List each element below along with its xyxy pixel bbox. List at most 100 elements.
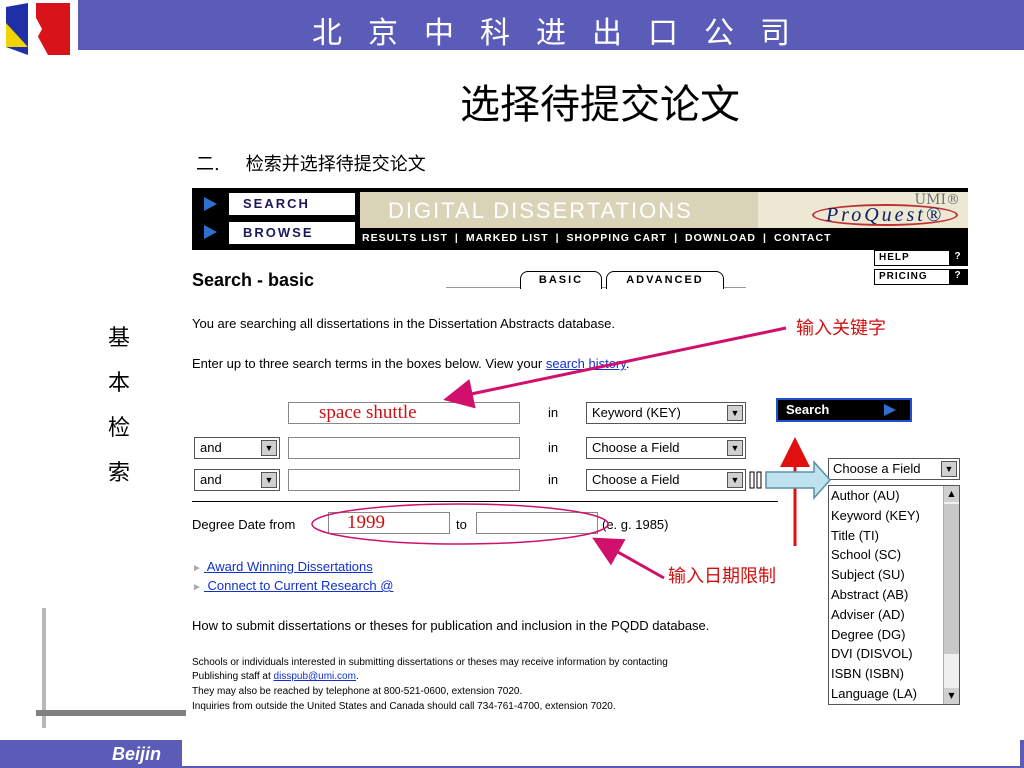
banner-heading: DIGITAL DISSERTATIONS <box>388 198 693 223</box>
nav-search-button[interactable]: SEARCH <box>228 192 356 216</box>
search-button[interactable]: Search <box>776 398 912 422</box>
chevron-down-icon: ▼ <box>727 405 743 421</box>
nav-marked-list[interactable]: MARKED LIST <box>466 232 549 244</box>
proquest-logo: ProQuest® <box>812 204 958 226</box>
dropdown-option[interactable]: ISBN (ISBN) <box>829 664 959 684</box>
dropdown-option[interactable]: Subject (SU) <box>829 565 959 585</box>
keyword-annotation: 输入关键字 <box>796 318 886 339</box>
contact-text-1: Schools or individuals interested in sub… <box>192 657 668 668</box>
dropdown-option[interactable]: Author (AU) <box>829 486 959 506</box>
field-select-3[interactable]: Choose a Field ▼ <box>586 469 746 491</box>
field-select-2[interactable]: Choose a Field ▼ <box>586 437 746 459</box>
arrow-right-icon <box>884 404 896 416</box>
help-label: HELP <box>879 252 910 263</box>
scroll-down-icon[interactable]: ▼ <box>944 688 959 704</box>
connect-research-link[interactable]: Connect to Current Research @ <box>204 578 394 593</box>
nav-separator: | <box>674 232 679 244</box>
contact-text-3: They may also be reached by telephone at… <box>192 686 523 697</box>
search-history-link[interactable]: search history <box>546 356 626 371</box>
digital-dissertations-banner: DIGITAL DISSERTATIONS <box>360 192 758 228</box>
scroll-thumb[interactable] <box>944 504 959 654</box>
proquest-header: SEARCH BROWSE DIGITAL DISSERTATIONS UMI®… <box>192 188 968 250</box>
contact-suffix: . <box>355 671 359 682</box>
email-link[interactable]: disspub@umi.com <box>274 671 356 682</box>
search-term-2-input[interactable] <box>288 437 520 459</box>
dropdown-scrollbar[interactable]: ▲ ▼ <box>943 486 959 704</box>
help-button[interactable]: HELP ? <box>874 250 968 266</box>
chevron-down-icon: ▼ <box>941 461 957 477</box>
degree-from-input[interactable]: 1999 <box>328 512 450 534</box>
side-label: 基 本 检 索 <box>104 316 134 496</box>
search-term-3-input[interactable] <box>288 469 520 491</box>
dropdown-header[interactable]: Choose a Field ▼ <box>828 458 960 480</box>
dropdown-option[interactable]: Keyword (KEY) <box>829 506 959 526</box>
nav-separator: | <box>555 232 560 244</box>
info-text: You are searching all dissertations in t… <box>192 316 615 331</box>
field-select-value: Keyword (KEY) <box>592 405 681 420</box>
footer-text: Beijin <box>112 744 162 764</box>
chevron-down-icon: ▼ <box>727 440 743 456</box>
subtitle-text: 检索并选择待提交论文 <box>245 154 426 175</box>
scroll-up-icon[interactable]: ▲ <box>944 486 959 502</box>
bullet-icon: ► <box>192 563 202 574</box>
dropdown-option[interactable]: Adviser (AD) <box>829 605 959 625</box>
pricing-button[interactable]: PRICING ? <box>874 269 968 285</box>
nav-shopping-cart[interactable]: SHOPPING CART <box>567 232 668 244</box>
company-logo <box>6 3 70 55</box>
nav-download[interactable]: DOWNLOAD <box>685 232 756 244</box>
operator-value: and <box>200 472 222 487</box>
in-label: in <box>548 405 559 420</box>
side-char: 本 <box>107 371 130 396</box>
connect-link-row: ► Connect to Current Research @ <box>192 578 393 593</box>
instructions-suffix: . <box>625 356 630 371</box>
nav-results-list[interactable]: RESULTS LIST <box>362 232 448 244</box>
degree-example: (e. g. 1985) <box>602 517 669 532</box>
question-icon: ? <box>949 270 967 284</box>
field-select-1[interactable]: Keyword (KEY) ▼ <box>586 402 746 424</box>
bullet-icon: ► <box>192 582 202 593</box>
degree-date-label: Degree Date from <box>192 517 296 532</box>
field-select-value: Choose a Field <box>592 440 680 455</box>
submit-info-text: How to submit dissertations or theses fo… <box>192 618 710 633</box>
chevron-down-icon: ▼ <box>261 440 277 456</box>
tab-advanced[interactable]: ADVANCED <box>606 271 724 289</box>
in-label: in <box>548 440 559 455</box>
banner-title: 北京中科进出口公司 <box>312 16 816 51</box>
slide-title: 选择待提交论文 <box>460 82 740 128</box>
contact-text-4: Inquiries from outside the United States… <box>192 701 616 712</box>
chevron-down-icon: ▼ <box>261 472 277 488</box>
question-icon: ? <box>949 251 967 265</box>
dropdown-option[interactable]: Language (LA) <box>829 684 959 704</box>
dropdown-header-value: Choose a Field <box>833 461 921 476</box>
award-winning-link[interactable]: Award Winning Dissertations <box>204 559 373 574</box>
dropdown-option[interactable]: Degree (DG) <box>829 625 959 645</box>
top-banner: 北京中科进出口公司 <box>0 0 1024 56</box>
nav-contact[interactable]: CONTACT <box>774 232 832 244</box>
chevron-down-icon: ▼ <box>727 472 743 488</box>
search-button-label: Search <box>786 402 830 417</box>
search-term-1-input[interactable]: space shuttle <box>288 402 520 424</box>
nav-browse-button[interactable]: BROWSE <box>228 221 356 245</box>
date-annotation: 输入日期限制 <box>668 566 776 587</box>
side-char: 索 <box>107 461 130 486</box>
nav-separator: | <box>454 232 459 244</box>
field-dropdown: Choose a Field ▼ Author (AU) Keyword (KEY… <box>828 458 960 705</box>
degree-to-input[interactable] <box>476 512 598 534</box>
section-divider <box>192 501 778 502</box>
contact-text-2: Publishing staff at disspub@umi.com. <box>192 671 832 682</box>
slide-subtitle: 二. 检索并选择待提交论文 <box>196 150 426 176</box>
field-select-value: Choose a Field <box>592 472 680 487</box>
banner-bar: 北京中科进出口公司 <box>78 0 1024 51</box>
operator-select-3[interactable]: and ▼ <box>194 469 280 491</box>
operator-value: and <box>200 440 222 455</box>
tab-basic[interactable]: BASIC <box>520 271 602 289</box>
top-nav: RESULTS LIST | MARKED LIST | SHOPPING CART | D… <box>362 232 962 248</box>
proquest-logo-box: UMI® ProQuest® <box>758 192 968 228</box>
dropdown-option[interactable]: School (SC) <box>829 545 959 565</box>
dropdown-option[interactable]: DVI (DISVOL) <box>829 644 959 664</box>
dropdown-option[interactable]: Title (TI) <box>829 526 959 546</box>
dropdown-option[interactable]: Abstract (AB) <box>829 585 959 605</box>
footer-overlap <box>182 726 1020 766</box>
operator-select-2[interactable]: and ▼ <box>194 437 280 459</box>
dropdown-list: Author (AU) Keyword (KEY) Title (TI) Sch… <box>828 485 960 705</box>
